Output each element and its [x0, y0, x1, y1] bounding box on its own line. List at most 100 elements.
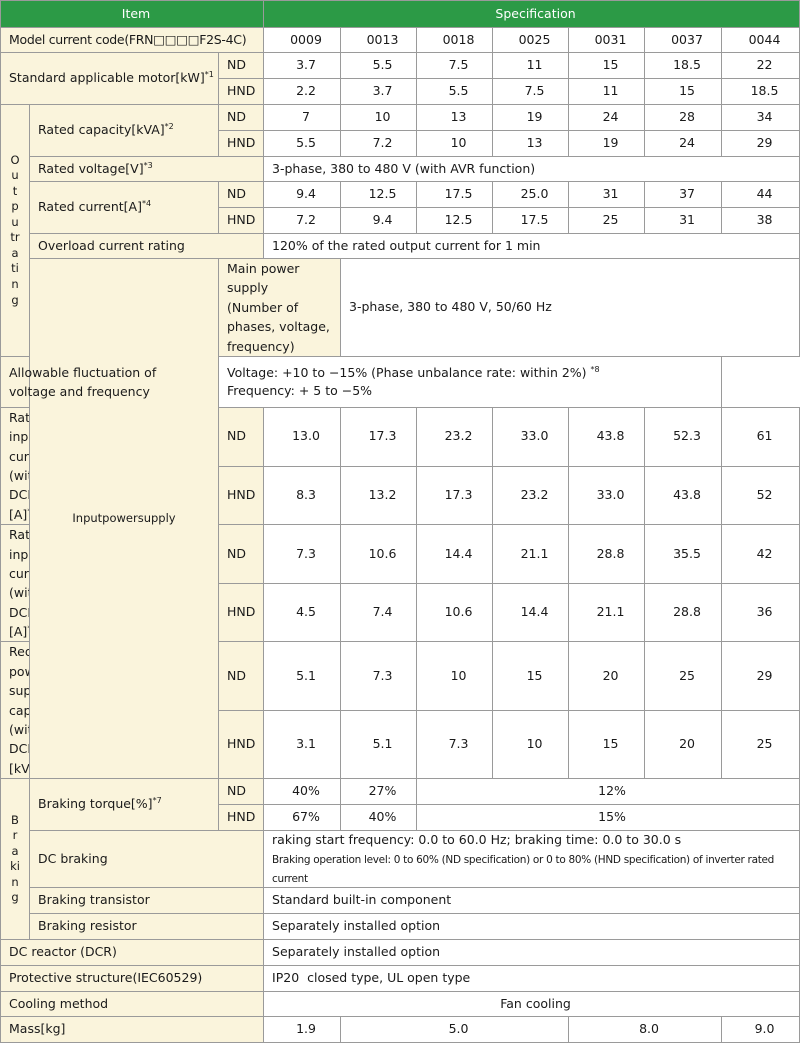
- input-nodcr-hnd-value: 23.2: [492, 465, 570, 526]
- motor-nd-value: 5.5: [340, 52, 418, 79]
- capacity-hnd-value: 5.5: [263, 130, 342, 157]
- dc-braking-row: DC braking raking start frequency: 0.0 t…: [1, 829, 800, 889]
- torque-nd-row: Braking Braking torque[%]*7 ND 40% 27% 1…: [0, 777, 800, 941]
- model-row: Model current code(FRN□□□□F2S-4C) 0009 0…: [0, 27, 800, 53]
- nd-label: ND: [217, 778, 265, 805]
- capacity-nd-value: 24: [568, 104, 646, 131]
- input-dcr-nd-value: 7.3: [263, 524, 342, 584]
- nd-label: ND: [217, 181, 265, 208]
- supply-capacity-nd-value: 10: [416, 641, 494, 711]
- input-dcr-nd-value: 35.5: [644, 524, 723, 584]
- hnd-label: HND: [217, 78, 265, 105]
- dc-reactor-value: Separately installed option: [263, 939, 800, 967]
- footnote-mark: *4: [141, 198, 152, 208]
- motor-nd-value: 11: [492, 52, 570, 79]
- supply-capacity-nd-value: 7.3: [340, 641, 418, 711]
- mass-value: 1.9: [263, 1016, 342, 1043]
- hnd-label: HND: [217, 130, 265, 157]
- motor-label: Standard applicable motor[kW]*1: [0, 52, 219, 105]
- motor-hnd-value: 5.5: [416, 78, 494, 105]
- footnote-mark: *5: [27, 624, 28, 633]
- input-dcr-hnd-value: 7.4: [340, 582, 418, 643]
- braking-transistor-value: Standard built-in component: [263, 887, 800, 915]
- mass-value: 8.0: [568, 1016, 723, 1043]
- main-power-label: Main power supply (Number of phases, volt…: [217, 258, 342, 357]
- motor-hnd-value: 7.5: [492, 78, 570, 105]
- motor-nd-value: 15: [568, 52, 646, 79]
- capacity-nd-value: 28: [644, 104, 723, 131]
- protective-value: IP20 closed type, UL open type: [263, 965, 800, 993]
- input-dcr-nd-value: 14.4: [416, 524, 494, 584]
- input-dcr-hnd-value: 10.6: [416, 582, 494, 643]
- cooling-row: Cooling method Fan cooling: [0, 991, 800, 1018]
- current-hnd-value: 38: [721, 207, 800, 234]
- input-nodcr-nd-value: 23.2: [416, 406, 494, 467]
- motor-nd-value: 3.7: [263, 52, 342, 79]
- current-nd-value: 37: [644, 181, 723, 208]
- input-nodcr-hnd-value: 17.3: [416, 465, 494, 526]
- header-row: Item Specification: [0, 0, 800, 28]
- motor-hnd-value: 18.5: [721, 78, 800, 105]
- supply-capacity-hnd-value: 3.1: [263, 709, 342, 780]
- dc-braking-value: raking start frequency: 0.0 to 60.0 Hz; …: [263, 829, 800, 889]
- cooling-value: Fan cooling: [263, 991, 800, 1018]
- input-dcr-nd-value: 10.6: [340, 524, 418, 584]
- model-code: 0013: [340, 27, 418, 53]
- capacity-nd-row: Outputrating Rated capacity[kVA]*2 ND 7 …: [0, 104, 800, 357]
- input-dcr-hnd-value: 14.4: [492, 582, 570, 643]
- capacity-hnd-value: 29: [721, 130, 800, 157]
- mass-row: Mass[kg] 1.9 5.0 8.0 9.0: [0, 1016, 800, 1043]
- motor-nd-value: 18.5: [644, 52, 723, 79]
- motor-hnd-value: 2.2: [263, 78, 342, 105]
- braking-resistor-label: Braking resistor: [28, 913, 265, 941]
- current-hnd-value: 12.5: [416, 207, 494, 234]
- hnd-label: HND: [217, 804, 265, 831]
- motor-hnd-value: 15: [644, 78, 723, 105]
- input-nodcr-nd-value: 17.3: [340, 406, 418, 467]
- mass-value: 9.0: [721, 1016, 800, 1043]
- main-power-value: 3-phase, 380 to 480 V, 50/60 Hz: [340, 258, 800, 357]
- motor-nd-value: 7.5: [416, 52, 494, 79]
- current-nd-value: 17.5: [416, 181, 494, 208]
- model-code: 0031: [568, 27, 646, 53]
- mass-value: 5.0: [340, 1016, 570, 1043]
- footnote-mark: *1: [204, 69, 214, 79]
- supply-capacity-nd-value: 29: [721, 641, 800, 711]
- model-code: 0037: [644, 27, 723, 53]
- current-hnd-value: 9.4: [340, 207, 418, 234]
- current-nd-value: 25.0: [492, 181, 570, 208]
- input-nodcr-hnd-value: 43.8: [644, 465, 723, 526]
- dc-braking-label: DC braking: [28, 829, 265, 889]
- hnd-label: HND: [217, 207, 265, 234]
- protective-label: Protective structure(IEC60529): [0, 965, 265, 993]
- supply-capacity-hnd-value: 7.3: [416, 709, 494, 780]
- nd-label: ND: [217, 52, 265, 79]
- torque-hnd-value: 40%: [340, 804, 418, 831]
- nd-label: ND: [217, 524, 265, 584]
- input-nodcr-hnd-value: 8.3: [263, 465, 342, 526]
- input-current-dcr-label: Rated input current(with DCR)[A]*5: [0, 524, 30, 643]
- capacity-nd-value: 34: [721, 104, 800, 131]
- mass-label: Mass[kg]: [0, 1016, 265, 1043]
- current-nd-value: 12.5: [340, 181, 418, 208]
- torque-nd-value: 40%: [263, 778, 342, 805]
- overload-row: Overload current rating 120% of the rate…: [1, 233, 800, 259]
- braking-resistor-value: Separately installed option: [263, 913, 800, 941]
- input-current-nodcr-label: Rated input current(without DCR) [A]*5: [0, 406, 30, 526]
- capacity-hnd-value: 7.2: [340, 130, 418, 157]
- fluctuation-value: Voltage: +10 to −15% (Phase unbalance ra…: [217, 355, 723, 408]
- nd-label: ND: [217, 641, 265, 711]
- input-dcr-nd-value: 28.8: [568, 524, 646, 584]
- rated-voltage-label: Rated voltage[V]*3: [28, 156, 265, 182]
- torque-hnd-value: 15%: [416, 804, 800, 831]
- current-hnd-value: 17.5: [492, 207, 570, 234]
- motor-nd-row: Standard applicable motor[kW]*1 ND 3.7 5…: [0, 52, 800, 105]
- supply-capacity-nd-value: 25: [644, 641, 723, 711]
- current-nd-value: 44: [721, 181, 800, 208]
- capacity-nd-value: 7: [263, 104, 342, 131]
- supply-capacity-label: Required power supply capacity(with DCR)…: [0, 641, 30, 779]
- supply-capacity-hnd-value: 15: [568, 709, 646, 780]
- current-hnd-value: 31: [644, 207, 723, 234]
- input-nodcr-nd-value: 13.0: [263, 406, 342, 467]
- footnote-mark: *5: [27, 507, 28, 516]
